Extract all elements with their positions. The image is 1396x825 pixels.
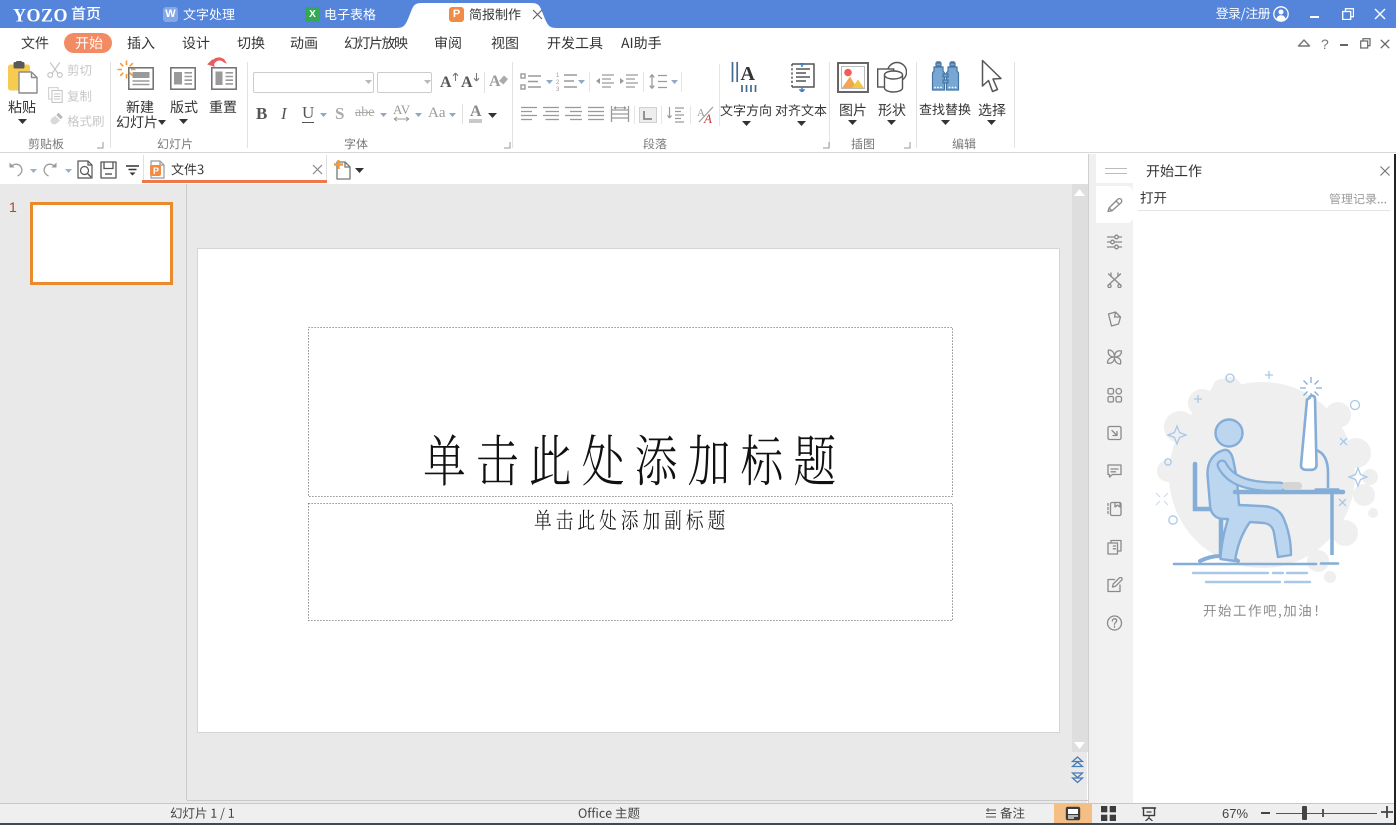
svg-text:AV: AV xyxy=(393,104,411,117)
svg-text:2: 2 xyxy=(556,80,560,86)
svg-text:A: A xyxy=(741,63,756,85)
svg-text:A: A xyxy=(703,111,712,124)
svg-text:3: 3 xyxy=(556,87,560,91)
svg-text:1: 1 xyxy=(556,73,560,79)
svg-text:P: P xyxy=(153,166,159,176)
